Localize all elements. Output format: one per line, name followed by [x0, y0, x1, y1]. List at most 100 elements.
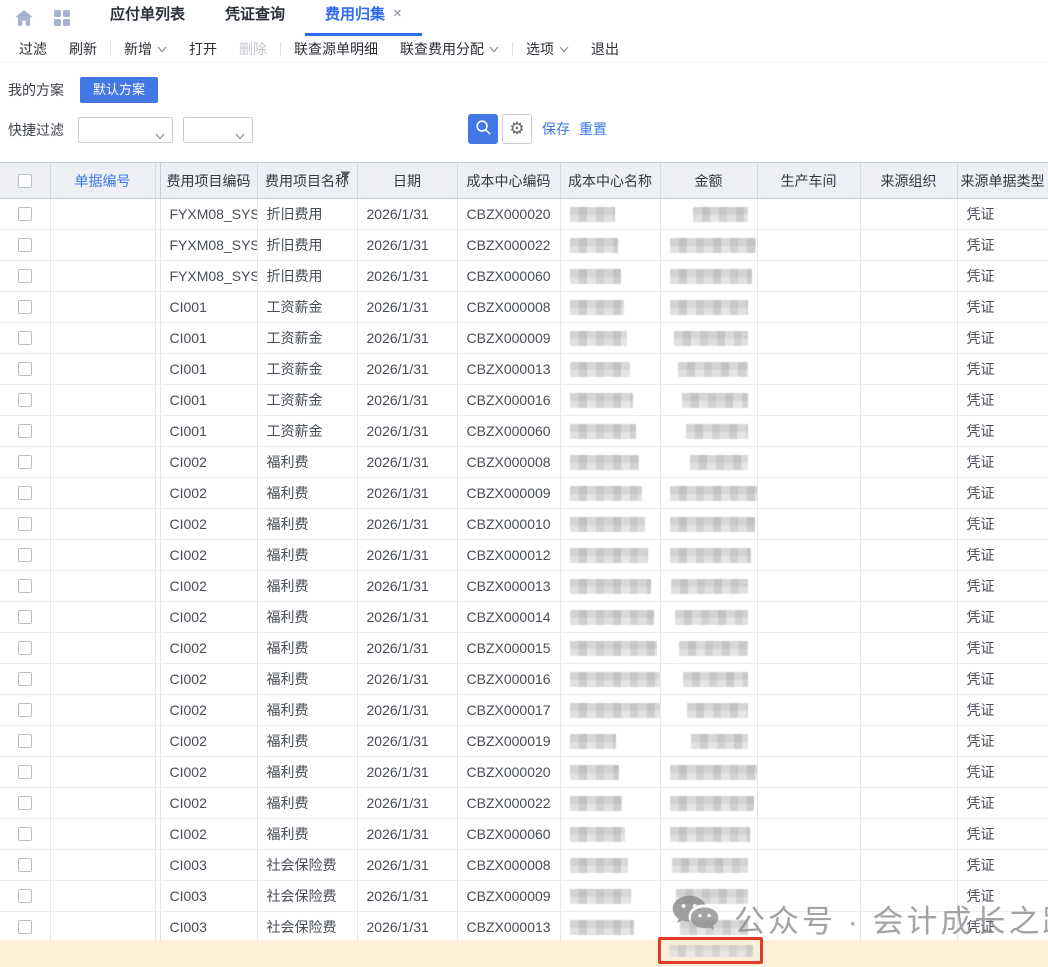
table-row[interactable]: CI001工资薪金2026/1/31CBZX000060凭证 [0, 416, 1048, 447]
row-checkbox[interactable] [18, 486, 32, 500]
row-select-cell[interactable] [0, 757, 50, 788]
table-row[interactable]: FYXM08_SYS折旧费用2026/1/31CBZX000022凭证 [0, 230, 1048, 261]
row-checkbox[interactable] [18, 610, 32, 624]
row-select-cell[interactable] [0, 354, 50, 385]
row-checkbox[interactable] [18, 300, 32, 314]
quick-filter-select-1[interactable] [78, 117, 173, 143]
row-checkbox[interactable] [18, 765, 32, 779]
table-row[interactable]: CI003社会保险费2026/1/31CBZX000008凭证 [0, 850, 1048, 881]
row-checkbox[interactable] [18, 796, 32, 810]
table-row[interactable]: CI001工资薪金2026/1/31CBZX000008凭证 [0, 292, 1048, 323]
row-select-cell[interactable] [0, 726, 50, 757]
row-select-cell[interactable] [0, 540, 50, 571]
search-button[interactable] [468, 114, 498, 144]
row-select-cell[interactable] [0, 447, 50, 478]
row-select-cell[interactable] [0, 881, 50, 912]
table-row[interactable]: CI002福利费2026/1/31CBZX000017凭证 [0, 695, 1048, 726]
column-header-5[interactable]: 成本中心名称 [560, 163, 660, 199]
apps-grid-icon[interactable] [50, 6, 74, 30]
row-select-cell[interactable] [0, 850, 50, 881]
table-row[interactable]: CI002福利费2026/1/31CBZX000008凭证 [0, 447, 1048, 478]
row-select-cell[interactable] [0, 323, 50, 354]
table-row[interactable]: CI003社会保险费2026/1/31CBZX000013凭证 [0, 912, 1048, 943]
row-checkbox[interactable] [18, 579, 32, 593]
filter-funnel-icon[interactable] [340, 168, 351, 184]
row-select-cell[interactable] [0, 292, 50, 323]
row-checkbox[interactable] [18, 331, 32, 345]
row-checkbox[interactable] [18, 424, 32, 438]
table-row[interactable]: CI001工资薪金2026/1/31CBZX000009凭证 [0, 323, 1048, 354]
column-header-9[interactable]: 来源单据类型 [957, 163, 1048, 199]
row-select-cell[interactable] [0, 478, 50, 509]
row-select-cell[interactable] [0, 416, 50, 447]
table-row[interactable]: CI003社会保险费2026/1/31CBZX000009凭证 [0, 881, 1048, 912]
row-checkbox[interactable] [18, 734, 32, 748]
column-header-8[interactable]: 来源组织 [860, 163, 957, 199]
row-checkbox[interactable] [18, 548, 32, 562]
row-checkbox[interactable] [18, 455, 32, 469]
row-checkbox[interactable] [18, 641, 32, 655]
table-row[interactable]: CI002福利费2026/1/31CBZX000009凭证 [0, 478, 1048, 509]
row-checkbox[interactable] [18, 238, 32, 252]
close-icon[interactable]: × [393, 6, 402, 21]
row-checkbox[interactable] [18, 517, 32, 531]
row-checkbox[interactable] [18, 672, 32, 686]
row-select-cell[interactable] [0, 912, 50, 943]
row-checkbox[interactable] [18, 920, 32, 934]
row-select-cell[interactable] [0, 788, 50, 819]
save-link[interactable]: 保存 [542, 119, 570, 139]
row-select-cell[interactable] [0, 633, 50, 664]
toolbar-item-5[interactable]: 联查源单明细 [283, 39, 389, 59]
column-header-3[interactable]: 日期 [357, 163, 457, 199]
tab-0[interactable]: 应付单列表 [90, 3, 205, 36]
row-checkbox[interactable] [18, 207, 32, 221]
filter-settings-button[interactable]: ⚙ [502, 114, 532, 144]
table-row[interactable]: CI002福利费2026/1/31CBZX000014凭证 [0, 602, 1048, 633]
home-icon[interactable] [12, 6, 36, 30]
row-checkbox[interactable] [18, 703, 32, 717]
toolbar-item-7[interactable]: 选项 [515, 39, 580, 59]
column-header-1[interactable]: 费用项目编码 [160, 163, 257, 199]
table-row[interactable]: CI001工资薪金2026/1/31CBZX000013凭证 [0, 354, 1048, 385]
column-header-4[interactable]: 成本中心编码 [457, 163, 560, 199]
toolbar-item-1[interactable]: 刷新 [58, 39, 108, 59]
table-row[interactable]: CI002福利费2026/1/31CBZX000019凭证 [0, 726, 1048, 757]
row-select-cell[interactable] [0, 261, 50, 292]
row-checkbox[interactable] [18, 393, 32, 407]
row-select-cell[interactable] [0, 571, 50, 602]
column-header-0[interactable]: 单据编号 [50, 163, 155, 199]
toolbar-item-6[interactable]: 联查费用分配 [389, 39, 510, 59]
default-scheme-button[interactable]: 默认方案 [80, 77, 158, 103]
row-select-cell[interactable] [0, 509, 50, 540]
toolbar-item-0[interactable]: 过滤 [8, 39, 58, 59]
row-select-cell[interactable] [0, 695, 50, 726]
quick-filter-select-2[interactable] [183, 117, 253, 143]
row-checkbox[interactable] [18, 362, 32, 376]
select-all-checkbox[interactable] [18, 174, 32, 188]
column-header-2[interactable]: 费用项目名称 [257, 163, 357, 199]
row-checkbox[interactable] [18, 827, 32, 841]
table-row[interactable]: FYXM08_SYS折旧费用2026/1/31CBZX000060凭证 [0, 261, 1048, 292]
table-row[interactable]: FYXM08_SYS折旧费用2026/1/31CBZX000020凭证 [0, 199, 1048, 230]
table-row[interactable]: CI001工资薪金2026/1/31CBZX000016凭证 [0, 385, 1048, 416]
row-checkbox[interactable] [18, 889, 32, 903]
table-row[interactable]: CI002福利费2026/1/31CBZX000022凭证 [0, 788, 1048, 819]
reset-link[interactable]: 重置 [579, 119, 607, 139]
table-row[interactable]: CI002福利费2026/1/31CBZX000060凭证 [0, 819, 1048, 850]
toolbar-item-8[interactable]: 退出 [580, 39, 630, 59]
row-select-cell[interactable] [0, 199, 50, 230]
table-row[interactable]: CI002福利费2026/1/31CBZX000020凭证 [0, 757, 1048, 788]
toolbar-item-2[interactable]: 新增 [113, 39, 178, 59]
select-all-header[interactable] [0, 163, 50, 199]
table-row[interactable]: CI002福利费2026/1/31CBZX000016凭证 [0, 664, 1048, 695]
tab-2[interactable]: 费用归集× [305, 3, 422, 36]
toolbar-item-3[interactable]: 打开 [178, 39, 228, 59]
table-row[interactable]: CI002福利费2026/1/31CBZX000013凭证 [0, 571, 1048, 602]
row-select-cell[interactable] [0, 602, 50, 633]
row-select-cell[interactable] [0, 385, 50, 416]
column-header-7[interactable]: 生产车间 [757, 163, 860, 199]
column-header-6[interactable]: 金额 [660, 163, 757, 199]
row-checkbox[interactable] [18, 858, 32, 872]
row-select-cell[interactable] [0, 230, 50, 261]
table-row[interactable]: CI002福利费2026/1/31CBZX000015凭证 [0, 633, 1048, 664]
